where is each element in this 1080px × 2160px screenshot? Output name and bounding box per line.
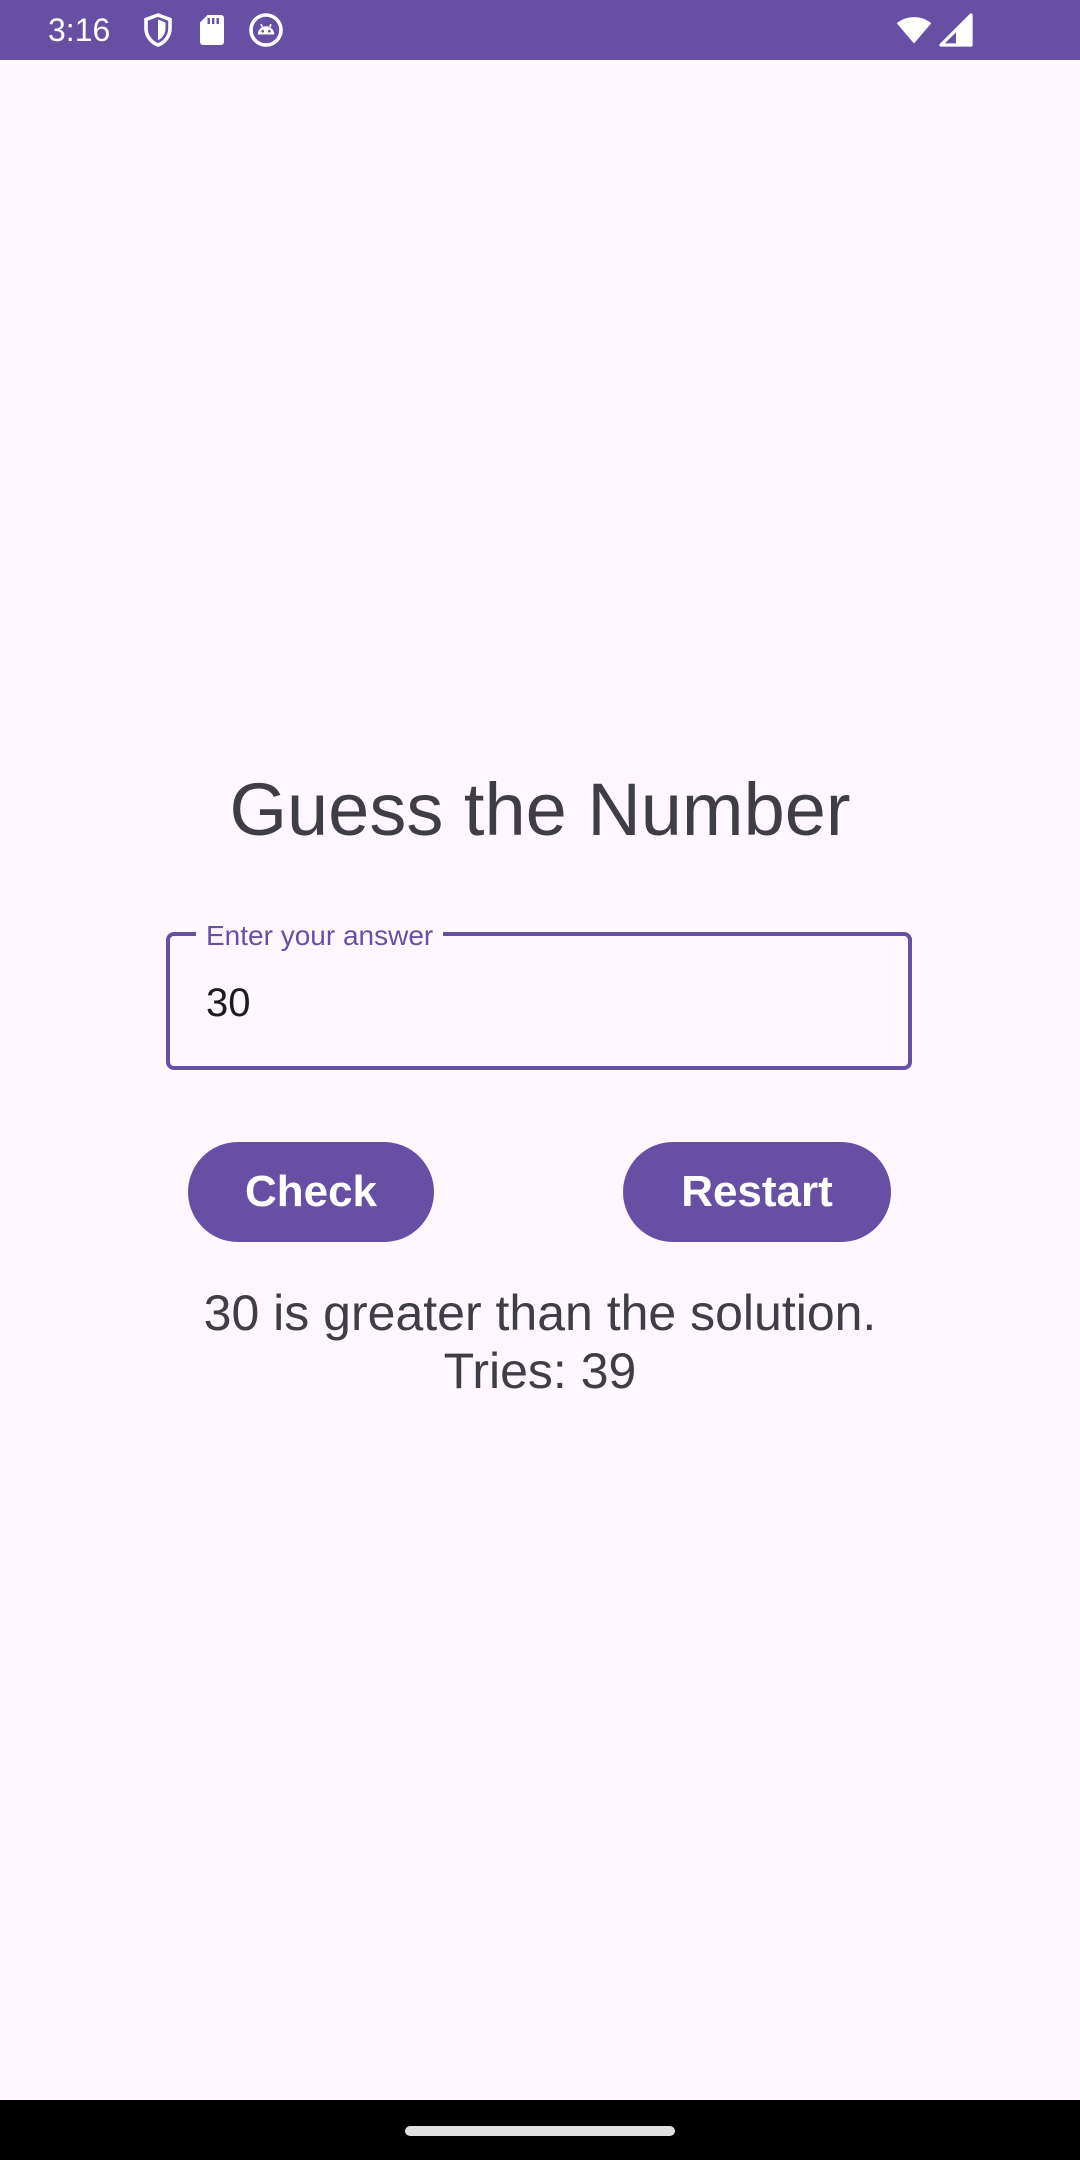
wifi-icon	[896, 12, 932, 48]
check-button[interactable]: Check	[188, 1142, 434, 1242]
restart-button[interactable]: Restart	[623, 1142, 891, 1242]
status-time: 3:16	[48, 12, 111, 48]
android-robot-icon	[248, 12, 284, 48]
shield-icon	[140, 12, 176, 48]
answer-field-label: Enter your answer	[196, 918, 444, 954]
cell-signal-icon	[938, 12, 974, 48]
gesture-handle[interactable]	[405, 2126, 675, 2136]
tries-count: Tries: 39	[443, 1343, 637, 1399]
navigation-bar	[0, 2100, 1080, 2160]
status-bar: 3:16	[0, 0, 1080, 60]
page-title: Guess the Number	[229, 768, 851, 851]
result-message: 30 is greater than the solution.	[203, 1285, 877, 1341]
sd-card-icon	[194, 12, 230, 48]
answer-input[interactable]	[206, 975, 886, 1031]
